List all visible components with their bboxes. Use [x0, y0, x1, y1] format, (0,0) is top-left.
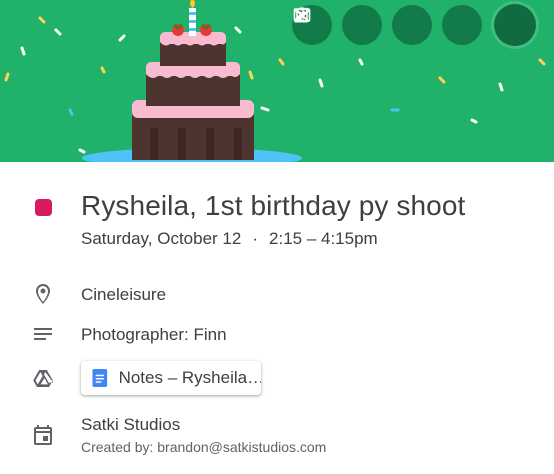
calendar-name: Satki Studios — [81, 415, 181, 434]
event-color-chip — [35, 199, 52, 216]
event-location[interactable]: Cineleisure — [81, 285, 166, 305]
delete-event-button[interactable] — [295, 5, 382, 45]
location-pin-icon — [36, 284, 50, 304]
calendar-icon — [34, 425, 52, 445]
close-button[interactable] — [296, 4, 536, 46]
event-creator: Created by: brandon@satkistudios.com — [81, 439, 327, 455]
datetime-separator: · — [252, 229, 259, 248]
close-icon — [296, 9, 310, 23]
email-guests-button[interactable] — [293, 5, 432, 45]
event-title: Rysheila, 1st birthday py shoot — [81, 190, 466, 221]
event-description: Photographer: Finn — [81, 325, 227, 344]
description-icon — [34, 328, 52, 340]
event-datetime: Saturday, October 12 · 2:15 – 4:15pm — [81, 229, 378, 249]
event-date: Saturday, October 12 — [81, 229, 242, 248]
event-banner — [0, 0, 554, 162]
attachment-chip[interactable]: Notes – Rysheila… — [81, 361, 261, 395]
google-docs-icon — [92, 369, 108, 387]
more-options-button[interactable] — [300, 5, 482, 45]
event-toolbar — [292, 4, 546, 46]
attachment-label: Notes – Rysheila… — [118, 368, 261, 387]
event-time: 2:15 – 4:15pm — [269, 229, 378, 248]
google-drive-icon — [33, 370, 54, 387]
